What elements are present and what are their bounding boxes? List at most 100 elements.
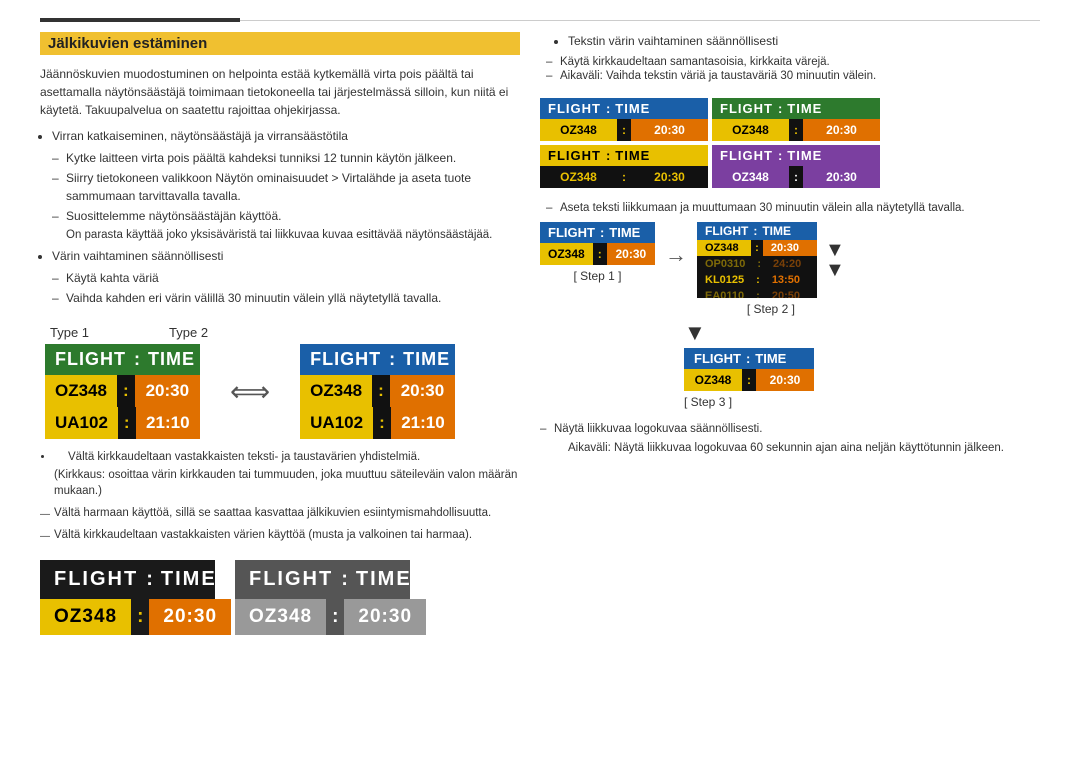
dash-item-1-1: Kytke laitteen virta pois päältä kahdeks… xyxy=(52,149,520,167)
left-column: Jälkikuvien estäminen Jäännöskuvien muod… xyxy=(40,32,520,743)
step3-board: FLIGHT : TIME OZ348 : 20:30 xyxy=(684,348,814,391)
large-b1-time: TIME xyxy=(161,568,217,591)
dash-item-1-2: Siirry tietokoneen valikkoon Näytön omin… xyxy=(52,169,520,205)
type1-row2: UA102 : 21:10 xyxy=(45,407,200,439)
type1-header-flight: FLIGHT xyxy=(55,349,126,370)
step2-board: FLIGHT : TIME OZ348 : 20:30 xyxy=(697,222,817,298)
step2-label: [ Step 2 ] xyxy=(747,302,795,316)
type2-header: FLIGHT : TIME xyxy=(300,344,455,375)
scroll-item-1: OP0310 : 24:20 xyxy=(697,256,817,272)
scroll-item-2: KL0125 : 13:50 xyxy=(697,272,817,288)
note-1b: (Kirkkaus: osoittaa värin kirkkauden tai… xyxy=(54,467,520,499)
top-line xyxy=(0,0,1080,22)
br-note-1: Näytä liikkuvaa logokuvaa säännöllisesti… xyxy=(540,421,1040,438)
steps-row: FLIGHT : TIME OZ348 : 20:30 [ Step 1 ] → xyxy=(540,222,1040,316)
note-3: Vältä kirkkaudeltaan vastakkaisten värie… xyxy=(40,527,520,543)
type2-2110: 21:10 xyxy=(391,407,455,439)
step1-row: OZ348 : 20:30 xyxy=(540,243,655,265)
type1-header: FLIGHT : TIME xyxy=(45,344,200,375)
large-b2-flight: FLIGHT xyxy=(249,568,333,591)
grid-b1-header: FLIGHT : TIME xyxy=(540,98,708,119)
step3-area: ▼ FLIGHT : TIME OZ348 : 20:30 [ Step 3 ] xyxy=(684,320,1040,409)
step1-area: FLIGHT : TIME OZ348 : 20:30 [ Step 1 ] xyxy=(540,222,655,283)
large-board1-row: OZ348 : 20:30 xyxy=(40,599,215,635)
type1-2110: 21:10 xyxy=(136,407,200,439)
type2-header-time: TIME xyxy=(403,349,450,370)
type2-oz: OZ348 xyxy=(300,375,372,407)
large-board2-row: OZ348 : 20:30 xyxy=(235,599,410,635)
type1-label: Type 1 xyxy=(50,325,89,340)
type-row: Type 1 Type 2 xyxy=(50,325,520,340)
step3-label: [ Step 3 ] xyxy=(684,395,732,409)
sub-text-1: On parasta käyttää joko yksisäväristä ta… xyxy=(66,227,520,243)
note-1: Vältä kirkkaudeltaan vastakkaisten tekst… xyxy=(54,449,520,465)
type1-header-time: TIME xyxy=(148,349,195,370)
large-b1-time-val: 20:30 xyxy=(149,599,231,635)
step-down-arrows: ▼ ▼ xyxy=(825,240,845,280)
type1-board: FLIGHT : TIME OZ348 : 20:30 UA102 : 21:1… xyxy=(45,344,200,439)
arrow-down-2: ▼ xyxy=(825,260,845,280)
dash-item-2-2: Vaihda kahden eri värin välillä 30 minuu… xyxy=(52,289,520,307)
large-b2-time: TIME xyxy=(356,568,412,591)
grid-b1-row: OZ348 : 20:30 xyxy=(540,119,708,141)
step2-scrolling: OP0310 : 24:20 KL0125 : 13:50 xyxy=(697,256,817,298)
right-bullet-1: Tekstin värin vaihtaminen säännöllisesti xyxy=(568,34,1040,48)
arrow-down-1: ▼ xyxy=(825,240,845,260)
bottom-boards: FLIGHT : TIME OZ348 : 20:30 FLIGHT : xyxy=(40,560,520,635)
boards-row: FLIGHT : TIME OZ348 : 20:30 UA102 : 21:1… xyxy=(45,344,520,439)
step-note: Aseta teksti liikkumaan ja muuttumaan 30… xyxy=(540,202,1040,214)
top-line-light xyxy=(240,20,1040,21)
dash-item-2-1: Käytä kahta väriä xyxy=(52,269,520,287)
grid-board-2: FLIGHT : TIME OZ348 : 20:30 xyxy=(712,98,880,141)
large-board-1: FLIGHT : TIME OZ348 : 20:30 xyxy=(40,560,215,635)
large-b2-time-val: 20:30 xyxy=(344,599,426,635)
grid-board-3: FLIGHT : TIME OZ348 : 20:30 xyxy=(540,145,708,188)
type1-ua: UA102 xyxy=(45,407,118,439)
type2-header-flight: FLIGHT xyxy=(310,349,381,370)
bullet-item-1: Virran katkaiseminen, näytönsäästäjä ja … xyxy=(52,127,520,145)
scroll-item-3: EA0110 : 20:50 xyxy=(697,288,817,298)
bullet-item-2: Värin vaihtaminen säännöllisesti xyxy=(52,247,520,265)
step-arrow-right: → xyxy=(665,242,687,268)
type2-ua: UA102 xyxy=(300,407,373,439)
type2-2030: 20:30 xyxy=(390,375,455,407)
right-dash-2: Aikaväli: Vaihda tekstin väriä ja tausta… xyxy=(540,70,1040,82)
type1-oz: OZ348 xyxy=(45,375,117,407)
large-board-2: FLIGHT : TIME OZ348 : 20:30 xyxy=(235,560,410,635)
right-dash-1: Käytä kirkkaudeltaan samantasoisia, kirk… xyxy=(540,56,1040,68)
bottom-right-notes: Näytä liikkuvaa logokuvaa säännöllisesti… xyxy=(540,421,1040,458)
step1-label: [ Step 1 ] xyxy=(573,269,621,283)
step2-area: FLIGHT : TIME OZ348 : 20:30 xyxy=(697,222,845,316)
grid-b4-header: FLIGHT : TIME xyxy=(712,145,880,166)
boards-grid: FLIGHT : TIME OZ348 : 20:30 FLIGHT : xyxy=(540,98,880,188)
step2-header: FLIGHT : TIME xyxy=(697,222,817,240)
type2-board: FLIGHT : TIME OZ348 : 20:30 UA102 : 21:1… xyxy=(300,344,455,439)
type1-row1: OZ348 : 20:30 xyxy=(45,375,200,407)
dash-item-1-3: Suosittelemme näytönsäästäjän käyttöä. xyxy=(52,207,520,225)
grid-b3-header: FLIGHT : TIME xyxy=(540,145,708,166)
page: Jälkikuvien estäminen Jäännöskuvien muod… xyxy=(0,0,1080,763)
main-content: Jälkikuvien estäminen Jäännöskuvien muod… xyxy=(0,22,1080,763)
large-board2-header: FLIGHT : TIME xyxy=(235,560,410,599)
br-note-2: Aikaväli: Näytä liikkuvaa logokuvaa 60 s… xyxy=(540,440,1040,457)
right-column: Tekstin värin vaihtaminen säännöllisesti… xyxy=(540,32,1040,743)
large-b2-oz: OZ348 xyxy=(235,599,326,635)
note-2: Vältä harmaan käyttöä, sillä se saattaa … xyxy=(40,505,520,521)
grid-board-1: FLIGHT : TIME OZ348 : 20:30 xyxy=(540,98,708,141)
grid-b2-header: FLIGHT : TIME xyxy=(712,98,880,119)
type2-row2: UA102 : 21:10 xyxy=(300,407,455,439)
type2-row1: OZ348 : 20:30 xyxy=(300,375,455,407)
section-title: Jälkikuvien estäminen xyxy=(40,32,520,55)
large-board1-header: FLIGHT : TIME xyxy=(40,560,215,599)
step1-board: FLIGHT : TIME OZ348 : 20:30 xyxy=(540,222,655,265)
large-b1-flight: FLIGHT xyxy=(54,568,138,591)
grid-b3-row: OZ348 : 20:30 xyxy=(540,166,708,188)
grid-board-4: FLIGHT : TIME OZ348 : 20:30 xyxy=(712,145,880,188)
step3-header: FLIGHT : TIME xyxy=(684,348,814,369)
intro-text: Jäännöskuvien muodostuminen on helpointa… xyxy=(40,65,520,119)
double-arrow-icon: ⟺ xyxy=(230,375,270,408)
grid-b2-row: OZ348 : 20:30 xyxy=(712,119,880,141)
grid-b4-row: OZ348 : 20:30 xyxy=(712,166,880,188)
step3-arrow-down: ▼ xyxy=(684,320,706,346)
step2-row: OZ348 : 20:30 xyxy=(697,240,817,256)
